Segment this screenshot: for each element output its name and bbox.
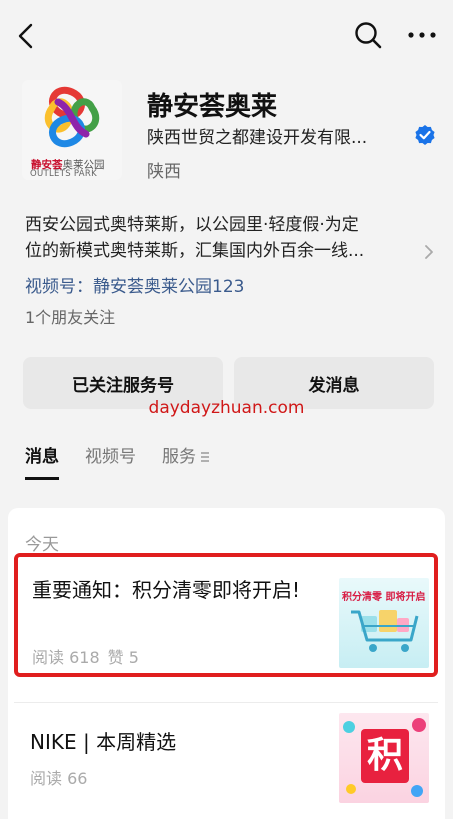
description-line: 位的新模式奥特莱斯，汇集国内外百余一线...	[25, 241, 365, 261]
account-region: 陕西	[147, 162, 181, 182]
chevron-left-icon[interactable]	[14, 22, 38, 50]
account-description[interactable]: 西安公园式奥特莱斯，以公园里·轻度假·为定 位的新模式奥特莱斯，汇集国内外百余一…	[25, 212, 425, 264]
menu-icon	[201, 452, 209, 462]
tab-services-label: 服务	[162, 447, 196, 467]
profile-tabs: 消息 视频号 服务	[25, 442, 210, 480]
friends-following: 1个朋友关注	[25, 308, 116, 327]
like-count: 赞 5	[107, 648, 139, 667]
account-logo[interactable]: 静安荟奥莱公园 OUTLETS PARK	[22, 80, 122, 180]
article-stats: 阅读 618 赞 5	[32, 644, 139, 668]
feed-date-label: 今天	[25, 535, 59, 555]
article-thumbnail: 积	[339, 713, 429, 803]
article-title: NIKE | 本周精选	[30, 730, 177, 754]
article-thumbnail: 积分清零 即将开启	[339, 578, 429, 668]
logo-knot-icon	[44, 86, 100, 148]
article-stats: 阅读 66	[30, 765, 87, 789]
channel-link[interactable]: 视频号：静安荟奥莱公园123	[25, 272, 244, 297]
chevron-right-icon[interactable]	[422, 243, 436, 261]
account-name: 静安荟奥莱	[147, 92, 278, 122]
shopping-cart-icon	[351, 610, 419, 652]
verified-badge-icon	[415, 125, 435, 145]
tab-messages[interactable]: 消息	[25, 442, 59, 480]
account-company[interactable]: 陕西世贸之都建设开发有限...	[147, 123, 367, 148]
read-count: 阅读 66	[30, 769, 88, 788]
logo-text-en: OUTLETS PARK	[30, 169, 97, 179]
description-line: 西安公园式奥特莱斯，以公园里·轻度假·为定	[25, 215, 359, 235]
thumbnail-text: 积	[361, 729, 409, 783]
article-item[interactable]: 重要通知：积分清零即将开启! 阅读 618 赞 5 积分清零 即将开启	[14, 553, 438, 677]
tab-channels[interactable]: 视频号	[85, 442, 136, 472]
ellipsis-icon[interactable]	[406, 28, 438, 42]
read-count: 阅读 618	[32, 648, 100, 667]
tab-services[interactable]: 服务	[162, 442, 210, 472]
article-title: 重要通知：积分清零即将开启!	[32, 578, 301, 602]
watermark: daydayzhuan.com	[148, 398, 305, 418]
article-item[interactable]: NIKE | 本周精选 阅读 66 积	[14, 702, 438, 808]
search-icon[interactable]	[353, 20, 383, 50]
top-bar	[0, 0, 453, 70]
